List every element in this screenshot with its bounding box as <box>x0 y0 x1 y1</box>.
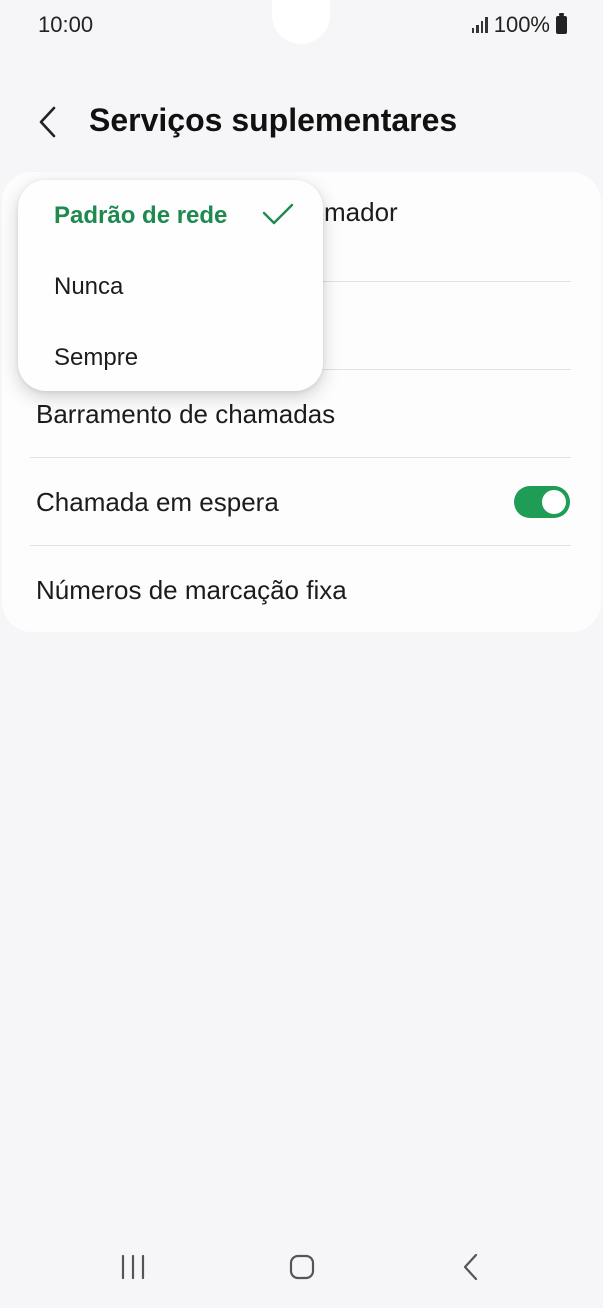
camera-notch <box>272 0 330 44</box>
option-label: Padrão de rede <box>54 202 228 229</box>
option-always[interactable]: Sempre <box>54 344 138 372</box>
toggle-knob <box>542 490 566 514</box>
setting-call-barring-label: Barramento de chamadas <box>36 398 336 429</box>
battery-icon <box>556 13 567 34</box>
setting-call-waiting-label: Chamada em espera <box>36 486 279 517</box>
status-bar: 10:00 100% <box>0 0 603 50</box>
home-button[interactable] <box>282 1250 322 1284</box>
status-icons: 100% <box>471 12 567 38</box>
battery-percent: 100% <box>493 12 550 37</box>
app-bar: Serviços suplementares <box>0 92 603 152</box>
chevron-left-icon <box>39 106 56 138</box>
option-never[interactable]: Nunca <box>54 273 123 301</box>
signal-icon <box>471 17 488 33</box>
option-label: Nunca <box>54 273 124 300</box>
back-button[interactable] <box>36 102 66 142</box>
setting-fixed-dialing[interactable]: Números de marcação fixa <box>36 546 570 634</box>
caller-id-options-popup: Padrão de rede Nunca Sempre <box>18 180 323 391</box>
page-title: Serviços suplementares <box>89 102 458 138</box>
recents-button[interactable] <box>112 1250 154 1284</box>
setting-fixed-dialing-label: Números de marcação fixa <box>36 574 347 605</box>
option-network-default[interactable]: Padrão de rede <box>54 202 227 230</box>
status-time: 10:00 <box>38 12 94 37</box>
option-label: Sempre <box>54 344 139 371</box>
home-icon <box>289 1254 315 1280</box>
checkmark-icon <box>262 203 294 225</box>
setting-caller-id-label-partial: mador <box>324 196 398 227</box>
navigation-bar <box>0 1232 603 1308</box>
nav-back-button[interactable] <box>452 1250 490 1284</box>
call-waiting-toggle[interactable] <box>514 486 570 518</box>
recents-icon <box>121 1254 145 1280</box>
back-icon <box>463 1253 478 1281</box>
setting-call-waiting[interactable]: Chamada em espera <box>36 458 570 546</box>
